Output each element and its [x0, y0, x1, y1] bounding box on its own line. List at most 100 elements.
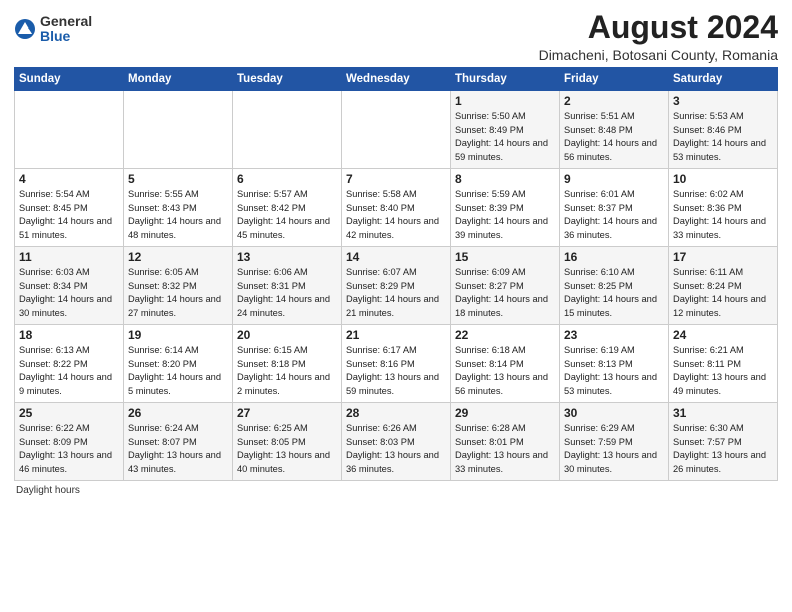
day-info: Sunrise: 6:22 AMSunset: 8:09 PMDaylight:…: [19, 422, 119, 476]
cell-w4-d4: 22 Sunrise: 6:18 AMSunset: 8:14 PMDayligh…: [451, 325, 560, 403]
cell-w2-d6: 10Sunrise: 6:02 AMSunset: 8:36 PMDayligh…: [669, 169, 778, 247]
subtitle: Dimacheni, Botosani County, Romania: [539, 47, 778, 63]
day-number: 20: [237, 328, 337, 342]
cell-w5-d2: 27Sunrise: 6:25 AMSunset: 8:05 PMDayligh…: [233, 403, 342, 481]
cell-w3-d3: 14 Sunrise: 6:07 AMSunset: 8:29 PMDayligh…: [342, 247, 451, 325]
week-row-5: 25 Sunrise: 6:22 AMSunset: 8:09 PMDayligh…: [15, 403, 778, 481]
day-info: Sunrise: 6:09 AMSunset: 8:27 PMDaylight:…: [455, 266, 555, 320]
day-number: 21: [346, 328, 446, 342]
day-number: 7: [346, 172, 446, 186]
day-number: 31: [673, 406, 773, 420]
cell-w2-d1: 5 Sunrise: 5:55 AMSunset: 8:43 PMDaylight…: [124, 169, 233, 247]
day-number: 22: [455, 328, 555, 342]
logo-text: General Blue: [40, 14, 92, 45]
footer-note: Daylight hours: [14, 485, 778, 496]
day-info: Sunrise: 5:54 AMSunset: 8:45 PMDaylight:…: [19, 188, 119, 242]
day-info: Sunrise: 5:55 AMSunset: 8:43 PMDaylight:…: [128, 188, 228, 242]
day-info: Sunrise: 6:18 AMSunset: 8:14 PMDaylight:…: [455, 344, 555, 398]
day-number: 27: [237, 406, 337, 420]
cell-w3-d0: 11Sunrise: 6:03 AMSunset: 8:34 PMDayligh…: [15, 247, 124, 325]
day-info: Sunrise: 5:58 AMSunset: 8:40 PMDaylight:…: [346, 188, 446, 242]
cell-w3-d4: 15 Sunrise: 6:09 AMSunset: 8:27 PMDayligh…: [451, 247, 560, 325]
cell-w4-d3: 21Sunrise: 6:17 AMSunset: 8:16 PMDayligh…: [342, 325, 451, 403]
logo-icon: [14, 18, 36, 40]
col-saturday: Saturday: [669, 68, 778, 91]
day-info: Sunrise: 6:10 AMSunset: 8:25 PMDaylight:…: [564, 266, 664, 320]
day-number: 14: [346, 250, 446, 264]
day-info: Sunrise: 6:21 AMSunset: 8:11 PMDaylight:…: [673, 344, 773, 398]
day-info: Sunrise: 6:15 AMSunset: 8:18 PMDaylight:…: [237, 344, 337, 398]
day-number: 15: [455, 250, 555, 264]
cell-w5-d4: 29 Sunrise: 6:28 AMSunset: 8:01 PMDayligh…: [451, 403, 560, 481]
title-block: August 2024 Dimacheni, Botosani County, …: [539, 10, 778, 63]
cell-w1-d4: 1Sunrise: 5:50 AMSunset: 8:49 PMDaylight…: [451, 91, 560, 169]
cell-w3-d6: 17 Sunrise: 6:11 AMSunset: 8:24 PMDayligh…: [669, 247, 778, 325]
cell-w4-d6: 24 Sunrise: 6:21 AMSunset: 8:11 PMDayligh…: [669, 325, 778, 403]
day-number: 17: [673, 250, 773, 264]
cell-w5-d3: 28 Sunrise: 6:26 AMSunset: 8:03 PMDayligh…: [342, 403, 451, 481]
calendar-table: Sunday Monday Tuesday Wednesday Thursday…: [14, 67, 778, 481]
day-number: 29: [455, 406, 555, 420]
cell-w4-d2: 20 Sunrise: 6:15 AMSunset: 8:18 PMDayligh…: [233, 325, 342, 403]
cell-w5-d1: 26Sunrise: 6:24 AMSunset: 8:07 PMDayligh…: [124, 403, 233, 481]
day-info: Sunrise: 5:59 AMSunset: 8:39 PMDaylight:…: [455, 188, 555, 242]
day-info: Sunrise: 6:01 AMSunset: 8:37 PMDaylight:…: [564, 188, 664, 242]
day-number: 8: [455, 172, 555, 186]
day-number: 3: [673, 94, 773, 108]
day-info: Sunrise: 6:28 AMSunset: 8:01 PMDaylight:…: [455, 422, 555, 476]
cell-w2-d5: 9 Sunrise: 6:01 AMSunset: 8:37 PMDaylight…: [560, 169, 669, 247]
cell-w2-d0: 4 Sunrise: 5:54 AMSunset: 8:45 PMDaylight…: [15, 169, 124, 247]
day-info: Sunrise: 6:19 AMSunset: 8:13 PMDaylight:…: [564, 344, 664, 398]
day-info: Sunrise: 6:13 AMSunset: 8:22 PMDaylight:…: [19, 344, 119, 398]
cell-w1-d2: [233, 91, 342, 169]
day-number: 25: [19, 406, 119, 420]
day-info: Sunrise: 5:57 AMSunset: 8:42 PMDaylight:…: [237, 188, 337, 242]
col-wednesday: Wednesday: [342, 68, 451, 91]
cell-w1-d3: [342, 91, 451, 169]
cell-w5-d0: 25 Sunrise: 6:22 AMSunset: 8:09 PMDayligh…: [15, 403, 124, 481]
cell-w4-d5: 23Sunrise: 6:19 AMSunset: 8:13 PMDayligh…: [560, 325, 669, 403]
day-info: Sunrise: 6:29 AMSunset: 7:59 PMDaylight:…: [564, 422, 664, 476]
logo-general: General: [40, 14, 92, 29]
day-number: 6: [237, 172, 337, 186]
col-thursday: Thursday: [451, 68, 560, 91]
col-friday: Friday: [560, 68, 669, 91]
cell-w4-d0: 18 Sunrise: 6:13 AMSunset: 8:22 PMDayligh…: [15, 325, 124, 403]
header-row: Sunday Monday Tuesday Wednesday Thursday…: [15, 68, 778, 91]
day-number: 2: [564, 94, 664, 108]
day-info: Sunrise: 6:14 AMSunset: 8:20 PMDaylight:…: [128, 344, 228, 398]
cell-w1-d6: 3 Sunrise: 5:53 AMSunset: 8:46 PMDaylight…: [669, 91, 778, 169]
col-monday: Monday: [124, 68, 233, 91]
day-info: Sunrise: 5:51 AMSunset: 8:48 PMDaylight:…: [564, 110, 664, 164]
day-info: Sunrise: 5:53 AMSunset: 8:46 PMDaylight:…: [673, 110, 773, 164]
day-number: 5: [128, 172, 228, 186]
logo-blue: Blue: [40, 29, 92, 44]
day-number: 1: [455, 94, 555, 108]
day-number: 9: [564, 172, 664, 186]
week-row-2: 4 Sunrise: 5:54 AMSunset: 8:45 PMDaylight…: [15, 169, 778, 247]
day-number: 10: [673, 172, 773, 186]
main-title: August 2024: [539, 10, 778, 45]
footer-text: Daylight hours: [16, 485, 80, 496]
logo: General Blue: [14, 14, 92, 45]
day-number: 30: [564, 406, 664, 420]
cell-w3-d1: 12Sunrise: 6:05 AMSunset: 8:32 PMDayligh…: [124, 247, 233, 325]
day-number: 28: [346, 406, 446, 420]
day-number: 16: [564, 250, 664, 264]
week-row-3: 11Sunrise: 6:03 AMSunset: 8:34 PMDayligh…: [15, 247, 778, 325]
day-info: Sunrise: 6:11 AMSunset: 8:24 PMDaylight:…: [673, 266, 773, 320]
day-info: Sunrise: 6:26 AMSunset: 8:03 PMDaylight:…: [346, 422, 446, 476]
day-number: 4: [19, 172, 119, 186]
day-number: 18: [19, 328, 119, 342]
day-info: Sunrise: 6:06 AMSunset: 8:31 PMDaylight:…: [237, 266, 337, 320]
day-number: 13: [237, 250, 337, 264]
day-number: 11: [19, 250, 119, 264]
cell-w4-d1: 19Sunrise: 6:14 AMSunset: 8:20 PMDayligh…: [124, 325, 233, 403]
week-row-4: 18 Sunrise: 6:13 AMSunset: 8:22 PMDayligh…: [15, 325, 778, 403]
cell-w3-d2: 13 Sunrise: 6:06 AMSunset: 8:31 PMDayligh…: [233, 247, 342, 325]
cell-w1-d5: 2 Sunrise: 5:51 AMSunset: 8:48 PMDaylight…: [560, 91, 669, 169]
cell-w2-d2: 6 Sunrise: 5:57 AMSunset: 8:42 PMDaylight…: [233, 169, 342, 247]
day-info: Sunrise: 6:07 AMSunset: 8:29 PMDaylight:…: [346, 266, 446, 320]
cell-w3-d5: 16 Sunrise: 6:10 AMSunset: 8:25 PMDayligh…: [560, 247, 669, 325]
day-number: 24: [673, 328, 773, 342]
